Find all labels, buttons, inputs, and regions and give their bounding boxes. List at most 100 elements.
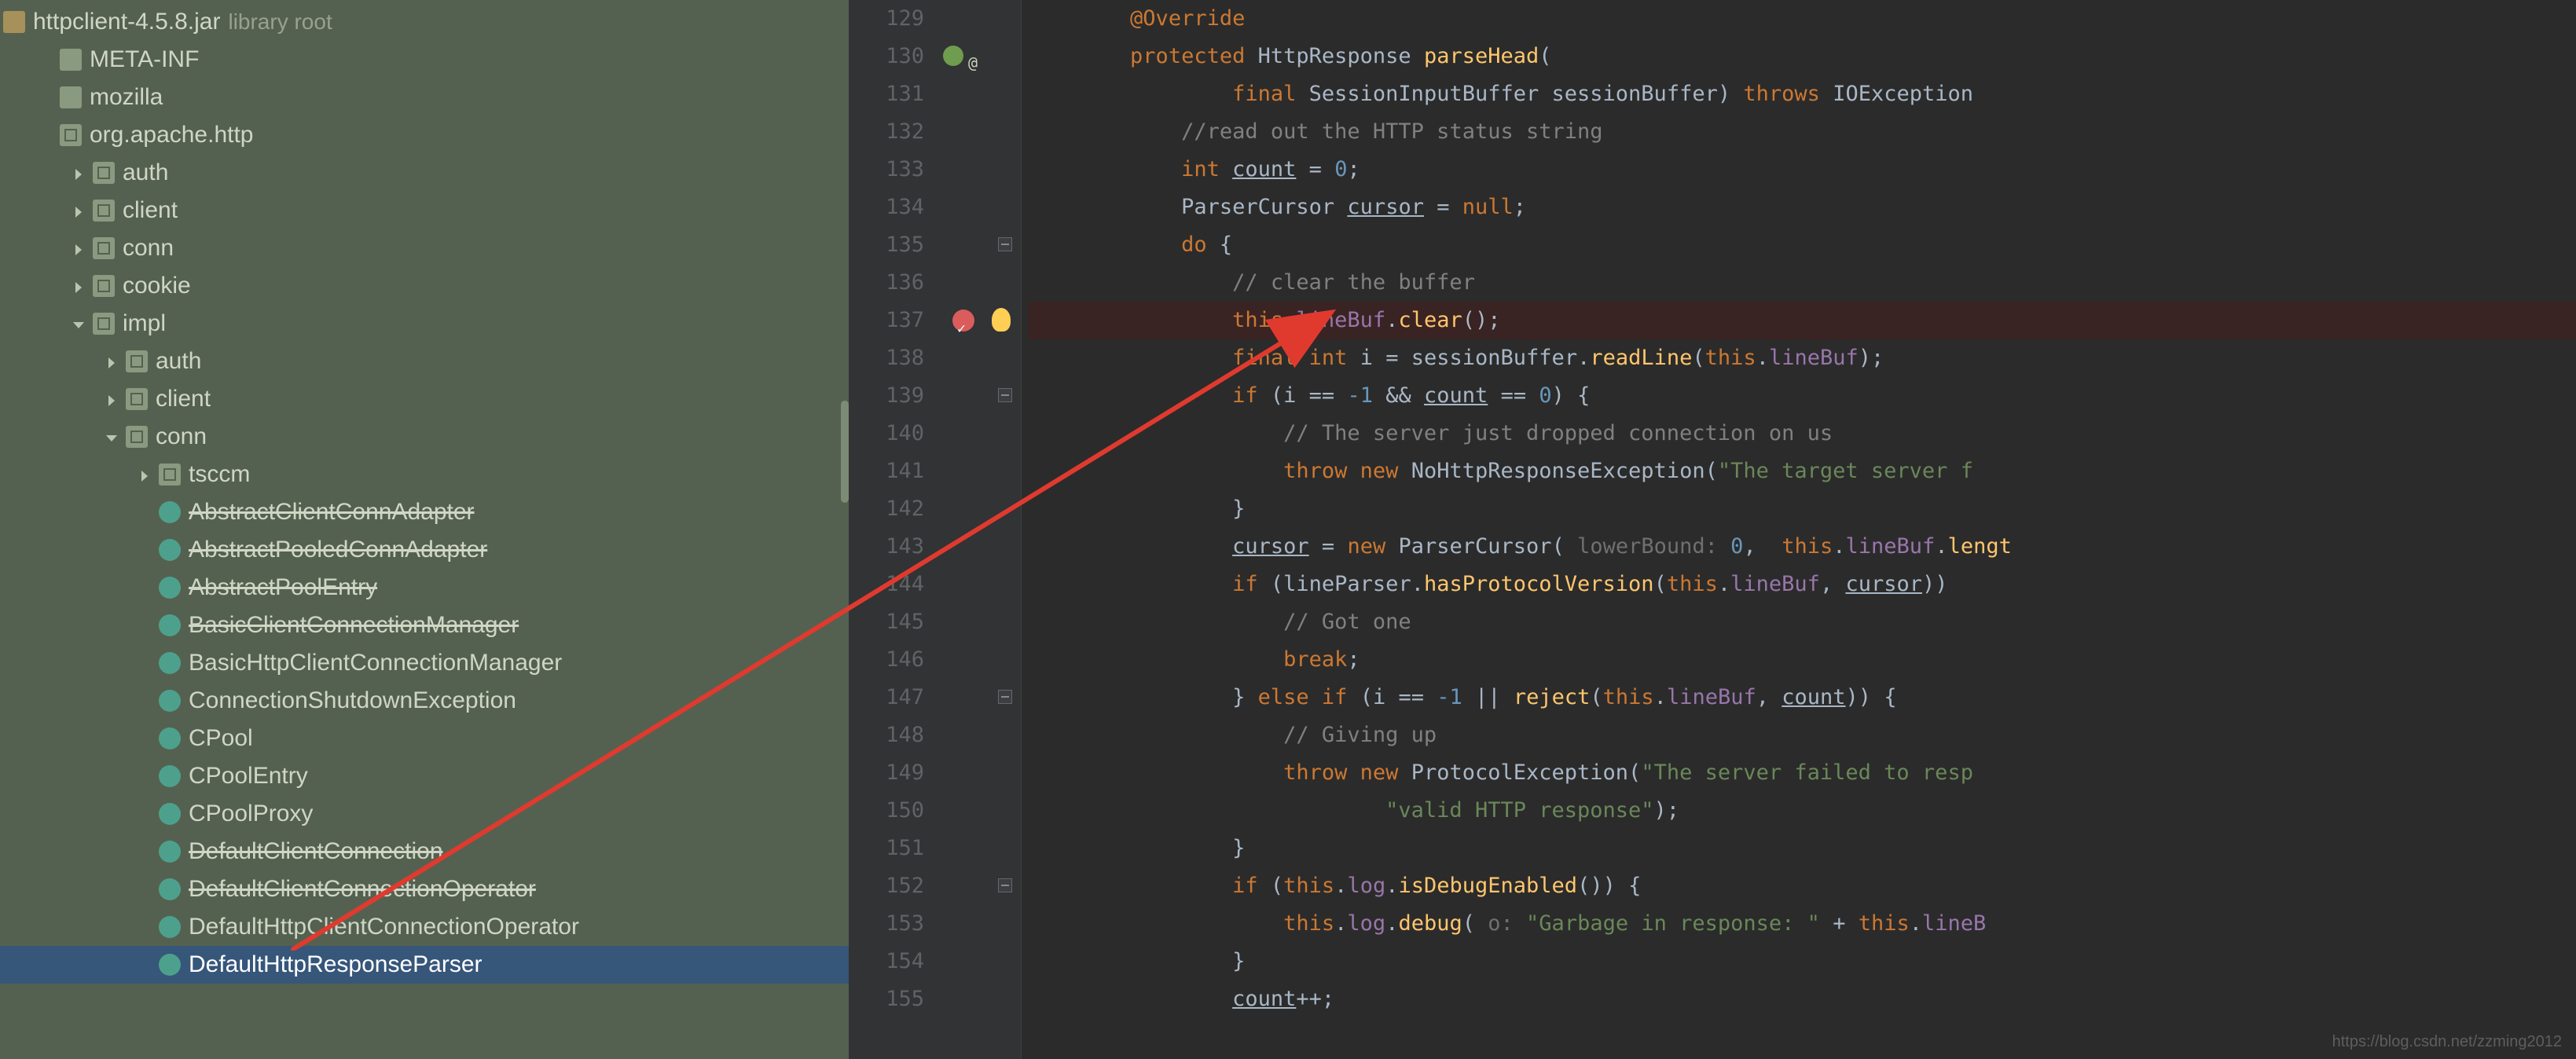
code-line[interactable]: protected HttpResponse parseHead( xyxy=(1028,38,2576,75)
tree-item-label: DefaultClientConnection xyxy=(189,838,443,865)
breakpoint-icon[interactable] xyxy=(952,310,974,332)
code-line[interactable]: "valid HTTP response"); xyxy=(1028,792,2576,830)
project-tree-panel[interactable]: httpclient-4.5.8.jar library root META-I… xyxy=(0,0,849,1059)
chevron-none xyxy=(135,616,154,635)
jar-icon xyxy=(3,11,25,33)
code-line[interactable]: final int i = sessionBuffer.readLine(thi… xyxy=(1028,339,2576,377)
tree-item[interactable]: AbstractPooledConnAdapter xyxy=(0,531,849,569)
chevron-right-icon[interactable] xyxy=(102,352,121,371)
tree-item[interactable]: DefaultHttpResponseParser xyxy=(0,946,849,984)
code-line[interactable]: do { xyxy=(1028,226,2576,264)
chevron-down-icon[interactable] xyxy=(69,314,88,333)
tree-item[interactable]: client xyxy=(0,192,849,229)
code-line[interactable]: } xyxy=(1028,830,2576,867)
tree-item[interactable]: DefaultClientConnection xyxy=(0,833,849,870)
tree-item[interactable]: conn xyxy=(0,418,849,456)
tree-item[interactable]: DefaultClientConnectionOperator xyxy=(0,870,849,908)
code-line[interactable]: } xyxy=(1028,943,2576,980)
tree-item-label: DefaultHttpClientConnectionOperator xyxy=(189,914,579,940)
code-editor[interactable]: 1291301311321331341351361371381391401411… xyxy=(849,0,2576,1059)
override-icon[interactable] xyxy=(943,46,963,66)
class-icon xyxy=(159,803,181,825)
class-icon xyxy=(159,614,181,636)
marker-gutter[interactable] xyxy=(935,0,1022,1059)
tree-item[interactable]: auth xyxy=(0,154,849,192)
line-number: 135 xyxy=(849,226,924,264)
code-line[interactable]: if (i == -1 && count == 0) { xyxy=(1028,377,2576,415)
code-line[interactable]: // clear the buffer xyxy=(1028,264,2576,302)
code-line[interactable]: int count = 0; xyxy=(1028,151,2576,189)
code-line[interactable]: // The server just dropped connection on… xyxy=(1028,415,2576,453)
code-line[interactable]: cursor = new ParserCursor( lowerBound: 0… xyxy=(1028,528,2576,566)
intention-bulb-icon[interactable] xyxy=(992,308,1011,332)
code-line[interactable]: throw new NoHttpResponseException("The t… xyxy=(1028,453,2576,490)
tree-item[interactable]: conn xyxy=(0,229,849,267)
tree-item[interactable]: cookie xyxy=(0,267,849,305)
code-line[interactable]: final SessionInputBuffer sessionBuffer) … xyxy=(1028,75,2576,113)
code-line[interactable]: this.lineBuf.clear(); xyxy=(1028,302,2576,339)
chevron-right-icon[interactable] xyxy=(69,277,88,295)
tree-item[interactable]: CPoolEntry xyxy=(0,757,849,795)
line-number: 140 xyxy=(849,415,924,453)
chevron-none xyxy=(135,918,154,936)
tree-item[interactable]: ConnectionShutdownException xyxy=(0,682,849,720)
code-line[interactable]: break; xyxy=(1028,641,2576,679)
chevron-none xyxy=(135,691,154,710)
tree-item[interactable]: AbstractClientConnAdapter xyxy=(0,493,849,531)
code-body[interactable]: @Override protected HttpResponse parseHe… xyxy=(1022,0,2576,1059)
tree-item-label: CPoolProxy xyxy=(189,801,313,827)
line-number: 155 xyxy=(849,980,924,1018)
class-icon xyxy=(159,539,181,561)
tree-item-label: CPool xyxy=(189,725,253,752)
package-icon xyxy=(159,464,181,486)
tree-item[interactable]: BasicHttpClientConnectionManager xyxy=(0,644,849,682)
code-line[interactable]: throw new ProtocolException("The server … xyxy=(1028,754,2576,792)
package-icon xyxy=(126,350,148,372)
tree-item[interactable]: impl xyxy=(0,305,849,343)
code-line[interactable]: @Override xyxy=(1028,0,2576,38)
tree-root[interactable]: httpclient-4.5.8.jar library root xyxy=(0,3,849,41)
tree-item[interactable]: org.apache.http xyxy=(0,116,849,154)
tree-item-label: impl xyxy=(123,310,166,337)
code-line[interactable]: } else if (i == -1 || reject(this.lineBu… xyxy=(1028,679,2576,716)
code-line[interactable]: if (lineParser.hasProtocolVersion(this.l… xyxy=(1028,566,2576,603)
chevron-right-icon[interactable] xyxy=(135,465,154,484)
tree-item[interactable]: auth xyxy=(0,343,849,380)
code-line[interactable]: // Got one xyxy=(1028,603,2576,641)
chevron-right-icon[interactable] xyxy=(102,390,121,409)
package-icon xyxy=(93,313,115,335)
tree-item-label: DefaultClientConnectionOperator xyxy=(189,876,536,903)
tree-item-label: BasicClientConnectionManager xyxy=(189,612,519,639)
tree-item[interactable]: client xyxy=(0,380,849,418)
chevron-right-icon[interactable] xyxy=(69,239,88,258)
fold-toggle-icon[interactable] xyxy=(998,690,1012,704)
tree-item[interactable]: AbstractPoolEntry xyxy=(0,569,849,606)
code-line[interactable]: //read out the HTTP status string xyxy=(1028,113,2576,151)
code-line[interactable]: ParserCursor cursor = null; xyxy=(1028,189,2576,226)
line-number: 130 xyxy=(849,38,924,75)
chevron-right-icon[interactable] xyxy=(69,163,88,182)
tree-item[interactable]: tsccm xyxy=(0,456,849,493)
code-line[interactable]: // Giving up xyxy=(1028,716,2576,754)
tree-scrollbar[interactable] xyxy=(841,401,849,503)
fold-toggle-icon[interactable] xyxy=(998,237,1012,251)
code-line[interactable]: } xyxy=(1028,490,2576,528)
tree-item[interactable]: DefaultHttpClientConnectionOperator xyxy=(0,908,849,946)
tree-item[interactable]: CPoolProxy xyxy=(0,795,849,833)
tree-root-suffix: library root xyxy=(228,9,332,35)
chevron-none xyxy=(135,654,154,672)
code-line[interactable]: if (this.log.isDebugEnabled()) { xyxy=(1028,867,2576,905)
fold-toggle-icon[interactable] xyxy=(998,388,1012,402)
chevron-down-icon[interactable] xyxy=(102,427,121,446)
tree-item[interactable]: BasicClientConnectionManager xyxy=(0,606,849,644)
tree-item-label: AbstractPooledConnAdapter xyxy=(189,537,487,563)
tree-item[interactable]: META-INF xyxy=(0,41,849,79)
chevron-right-icon[interactable] xyxy=(69,201,88,220)
code-line[interactable]: count++; xyxy=(1028,980,2576,1018)
tree-item[interactable]: mozilla xyxy=(0,79,849,116)
code-line[interactable]: this.log.debug( o: "Garbage in response:… xyxy=(1028,905,2576,943)
tree-item-label: client xyxy=(156,386,211,412)
tree-item[interactable]: CPool xyxy=(0,720,849,757)
line-number: 138 xyxy=(849,339,924,377)
fold-toggle-icon[interactable] xyxy=(998,878,1012,892)
